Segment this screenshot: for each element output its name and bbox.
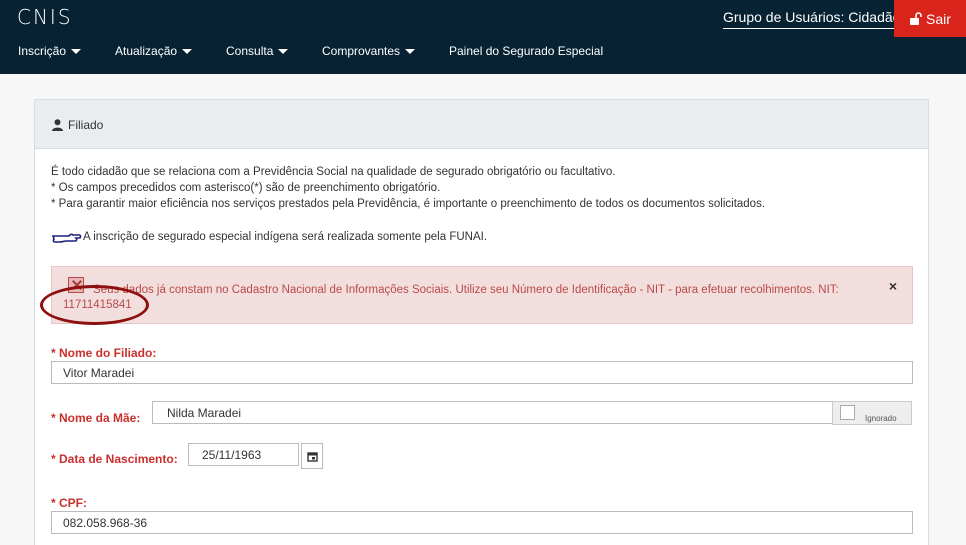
calendar-button[interactable] xyxy=(301,443,323,469)
ignorado-checkbox[interactable] xyxy=(840,405,855,420)
nav-inscricao[interactable]: Inscrição xyxy=(18,44,82,58)
logout-label: Sair xyxy=(926,10,951,27)
nav-label: Inscrição xyxy=(18,44,67,58)
intro-line-3: * Para garantir maior eficiência nos ser… xyxy=(51,198,766,210)
alert-line-1: Seus dados já constam no Cadastro Nacion… xyxy=(93,284,839,296)
intro-line-1: É todo cidadão que se relaciona com a Pr… xyxy=(51,166,616,178)
calendar-icon xyxy=(306,451,318,462)
user-group[interactable]: Grupo de Usuários: Cidadão xyxy=(723,9,901,29)
alert-message: Seus dados já constam no Cadastro Nacion… xyxy=(63,283,863,313)
cnis-logo: CNIS xyxy=(17,5,71,33)
nav-label: Atualização xyxy=(115,44,178,58)
nav-label: Comprovantes xyxy=(322,44,401,58)
nav-consulta[interactable]: Consulta xyxy=(226,44,289,58)
nav-label: Consulta xyxy=(226,44,274,58)
unlock-icon xyxy=(910,12,922,25)
ignorado-label: Ignorado xyxy=(865,414,897,423)
intro-line-2: * Os campos precedidos com asterisco(*) … xyxy=(51,182,441,194)
data-nascimento-label: * Data de Nascimento: xyxy=(51,452,178,466)
caret-down-icon xyxy=(71,48,82,54)
top-bar: CNIS Grupo de Usuários: Cidadão Sair Ins… xyxy=(0,0,966,74)
close-icon[interactable]: × xyxy=(889,278,897,294)
nav-atualizacao[interactable]: Atualização xyxy=(115,44,193,58)
pointing-hand-icon xyxy=(52,233,82,243)
caret-down-icon xyxy=(182,48,193,54)
panel-header: Filiado xyxy=(35,100,928,149)
nome-mae-input[interactable]: Nilda Maradei xyxy=(152,401,833,424)
nav-painel-segurado[interactable]: Painel do Segurado Especial xyxy=(449,44,603,58)
nit-alert: Seus dados já constam no Cadastro Nacion… xyxy=(51,266,913,324)
caret-down-icon xyxy=(278,48,289,54)
funai-note: A inscrição de segurado especial indígen… xyxy=(83,231,488,243)
nome-filiado-input[interactable]: Vitor Maradei xyxy=(51,361,913,384)
nav-comprovantes[interactable]: Comprovantes xyxy=(322,44,416,58)
panel-title-text: Filiado xyxy=(68,118,104,132)
panel-title: Filiado xyxy=(52,118,103,132)
caret-down-icon xyxy=(405,48,416,54)
svg-text:CNIS: CNIS xyxy=(17,6,71,28)
nome-mae-label: * Nome da Mãe: xyxy=(51,411,141,425)
nav-label: Painel do Segurado Especial xyxy=(449,44,604,58)
cpf-input[interactable]: 082.058.968-36 xyxy=(51,511,913,534)
cnis-logo-glyph: CNIS xyxy=(17,5,71,29)
data-nascimento-input[interactable]: 25/11/1963 xyxy=(188,443,299,466)
highlight-circle xyxy=(40,285,149,325)
logout-button[interactable]: Sair xyxy=(894,0,966,37)
cpf-label: * CPF: xyxy=(51,496,87,510)
user-icon xyxy=(52,119,63,131)
nome-filiado-label: * Nome do Filiado: xyxy=(51,346,157,360)
ignorado-toggle[interactable]: Ignorado xyxy=(832,401,912,425)
